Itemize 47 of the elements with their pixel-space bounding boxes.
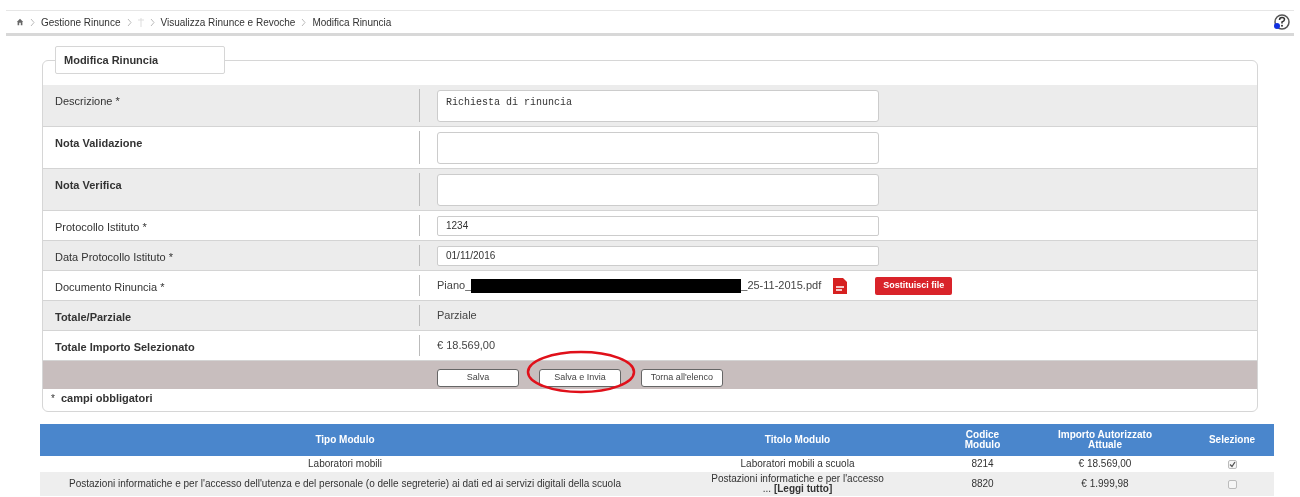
column-header: Titolo Modulo (764, 435, 831, 445)
field-label: Totale Importo Selezionato (55, 340, 195, 355)
home-icon[interactable] (16, 18, 24, 26)
field-label: Data Protocollo Istituto * (55, 250, 173, 265)
breadcrumb-link[interactable]: Gestione Rinunce (41, 14, 121, 30)
field-label: Nota Validazione (55, 136, 143, 151)
input-field[interactable]: 01/11/2016 (437, 245, 879, 266)
field-value: € 18.569,00 (437, 338, 496, 354)
table-cell: Postazioni informatiche e per l'accesso ... [Leggi tutto] (710, 474, 885, 494)
pdf-file-icon[interactable] (833, 277, 848, 294)
field-label: Descrizione * (55, 94, 120, 109)
table-cell: 8820 (971, 479, 994, 489)
table-cell: 8214 (971, 459, 994, 469)
form-button[interactable]: Salva (437, 368, 519, 387)
table-cell: € 1.999,98 (1081, 479, 1129, 489)
field-label: Protocollo Istituto * (55, 220, 147, 235)
chevron-icon (30, 17, 35, 27)
field-value: Parziale (437, 308, 477, 324)
table-cell: Postazioni informatiche e per l'accesso dell'utenza e del personale (o delle segreterie) ai dati ed ai servizi digitali della scuola (69, 479, 621, 489)
select-checkbox[interactable] (1227, 459, 1237, 469)
select-checkbox[interactable] (1227, 479, 1237, 489)
chevron-icon (126, 17, 132, 27)
panel-legend: Modifica Rinuncia (55, 46, 225, 74)
file-name: _25-11-2015.pdf (741, 278, 822, 294)
column-header: Selezione (1208, 435, 1256, 445)
file-name: Piano_ (437, 278, 472, 294)
table-cell: Laboratori mobili (308, 459, 382, 469)
field-label: Documento Rinuncia * (55, 280, 165, 295)
replace-file-button[interactable]: Sostituisci file (875, 276, 953, 295)
column-header: Codice Modulo (963, 430, 1002, 450)
required-note: campi obbligatori (60, 390, 153, 406)
field-label: Totale/Parziale (55, 310, 132, 325)
breadcrumb-link[interactable]: Visualizza Rinunce e Revoche (160, 14, 296, 30)
text-area[interactable]: Richiesta di rinuncia (437, 89, 879, 122)
field-label: Nota Verifica (55, 178, 122, 193)
table-cell: Laboratori mobili a scuola (740, 459, 855, 469)
chevron-icon (149, 17, 155, 27)
table-cell: € 18.569,00 (1078, 459, 1132, 469)
breadcrumb-link[interactable]: Modifica Rinuncia (312, 14, 392, 30)
chevron-icon (301, 17, 307, 27)
column-header: Importo Autorizzato Attuale (1056, 430, 1154, 450)
form-button[interactable]: Torna all'elenco (641, 368, 723, 387)
help-icon[interactable] (1272, 13, 1290, 31)
form-button[interactable]: Salva e Invia (539, 368, 621, 387)
column-header: Tipo Modulo (315, 435, 375, 445)
required-mark: * (51, 391, 55, 406)
input-field[interactable]: 1234 (437, 215, 879, 236)
